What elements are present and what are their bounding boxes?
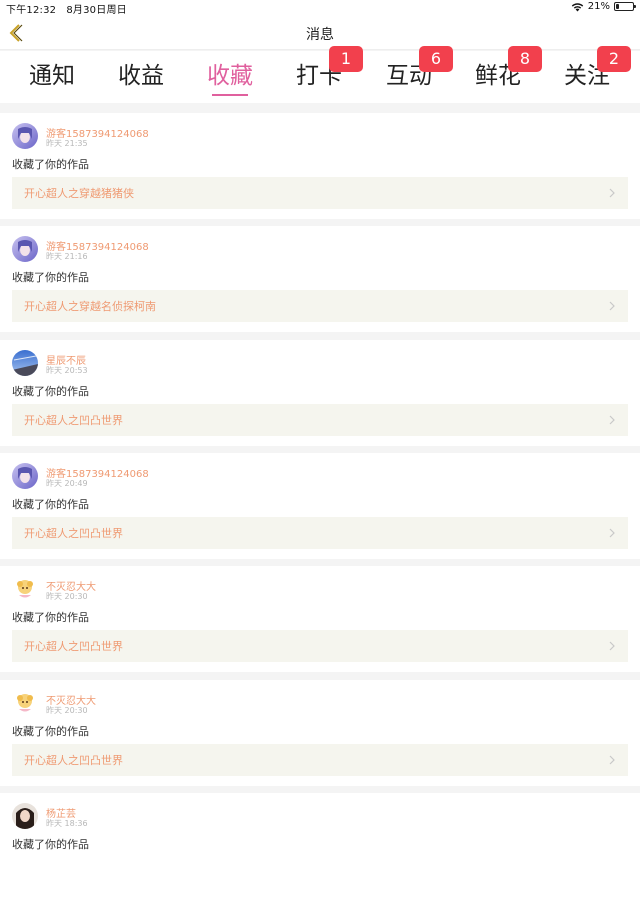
timestamp: 昨天 21:16 [46,252,88,262]
tab-count-badge: 6 [419,46,453,72]
status-time: 下午12:32 [6,5,57,16]
page-title: 消息 [306,27,334,43]
chevron-right-icon [609,528,615,538]
battery-cap [634,5,636,8]
timestamp: 昨天 20:30 [46,705,88,715]
timestamp: 昨天 20:49 [46,478,88,488]
work-link[interactable]: 开心超人之穿越猪猪侠 [12,177,628,209]
list-item: 不灭忍大大 昨天 20:30 收藏了你的作品 开心超人之凹凸世界 [0,679,640,786]
tab-active-underline [212,94,248,96]
chevron-right-icon [609,641,615,651]
status-bar: 下午12:32 8月30日周日 21% [0,0,640,16]
tab-2[interactable]: 收藏 [198,56,262,96]
work-title: 开心超人之凹凸世界 [24,640,123,654]
avatar[interactable] [12,123,38,149]
status-time-date: 下午12:32 8月30日周日 [6,1,127,16]
work-title: 开心超人之穿越名侦探柯南 [24,300,156,314]
tab-bar: 通知 收益 收藏 打卡 1 互动 6 鲜花 8 关注 2 [0,46,640,103]
work-title: 开心超人之凹凸世界 [24,753,123,767]
avatar[interactable] [12,236,38,263]
tab-label: 通知 [29,63,75,89]
status-right: 21% [571,1,636,12]
work-title: 开心超人之穿越猪猪侠 [24,187,134,200]
action-text: 收藏了你的作品 [12,384,89,398]
work-link[interactable]: 开心超人之凹凸世界 [12,403,628,436]
timestamp: 昨天 18:36 [46,818,88,828]
avatar[interactable] [12,802,38,829]
battery-icon [614,2,636,11]
list-item: 游客1587394124068 昨天 20:49 收藏了你的作品 开心超人之凹凸世界 [0,452,640,559]
timestamp: 昨天 21:35 [46,139,88,148]
tab-3[interactable]: 打卡 1 [287,46,363,90]
tab-count-badge: 1 [329,46,363,72]
status-date: 8月30日周日 [66,5,127,16]
chevron-right-icon [609,188,615,198]
tab-label: 收益 [118,63,164,89]
work-title: 开心超人之凹凸世界 [24,526,123,540]
list-item: 杨芷芸 昨天 18:36 收藏了你的作品 [0,792,640,899]
list-item: 游客1587394124068 昨天 21:16 收藏了你的作品 开心超人之穿越名侦探… [0,226,640,333]
tab-6[interactable]: 关注 2 [555,46,631,90]
avatar[interactable] [12,576,38,603]
action-text: 收藏了你的作品 [12,837,89,851]
chevron-right-icon [609,415,615,425]
chevron-right-icon [609,301,615,311]
list-item: 不灭忍大大 昨天 20:30 收藏了你的作品 开心超人之凹凸世界 [0,566,640,673]
action-text: 收藏了你的作品 [12,497,89,511]
tab-5[interactable]: 鲜花 8 [466,46,542,90]
tab-label: 收藏 [207,63,253,89]
nav-bar: 消息 [0,16,640,50]
work-link[interactable]: 开心超人之凹凸世界 [12,516,628,549]
tab-1[interactable]: 收益 [109,56,173,90]
work-link[interactable]: 开心超人之凹凸世界 [12,630,628,663]
avatar[interactable] [12,462,38,489]
work-link[interactable]: 开心超人之凹凸世界 [12,743,628,776]
timestamp: 昨天 20:53 [46,365,88,375]
battery-fill [616,4,619,9]
work-link[interactable]: 开心超人之穿越名侦探柯南 [12,290,628,323]
timestamp: 昨天 20:30 [46,592,88,602]
tab-0[interactable]: 通知 [20,56,84,90]
battery-percent: 21% [587,1,610,12]
list-item: 星辰不辰 昨天 20:53 收藏了你的作品 开心超人之凹凸世界 [0,339,640,446]
action-text: 收藏了你的作品 [12,724,89,738]
action-text: 收藏了你的作品 [12,271,89,285]
avatar[interactable] [12,689,38,716]
tab-4[interactable]: 互动 6 [377,46,453,90]
chevron-right-icon [609,755,615,764]
action-text: 收藏了你的作品 [12,611,89,625]
tab-count-badge: 2 [597,46,631,72]
wifi-icon [571,2,583,11]
action-text: 收藏了你的作品 [12,158,89,171]
tab-count-badge: 8 [508,46,542,72]
work-title: 开心超人之凹凸世界 [24,413,123,427]
list-item: 游客1587394124068 昨天 21:35 收藏了你的作品 开心超人之穿越猪猪侠 [0,113,640,219]
avatar[interactable] [12,349,38,376]
